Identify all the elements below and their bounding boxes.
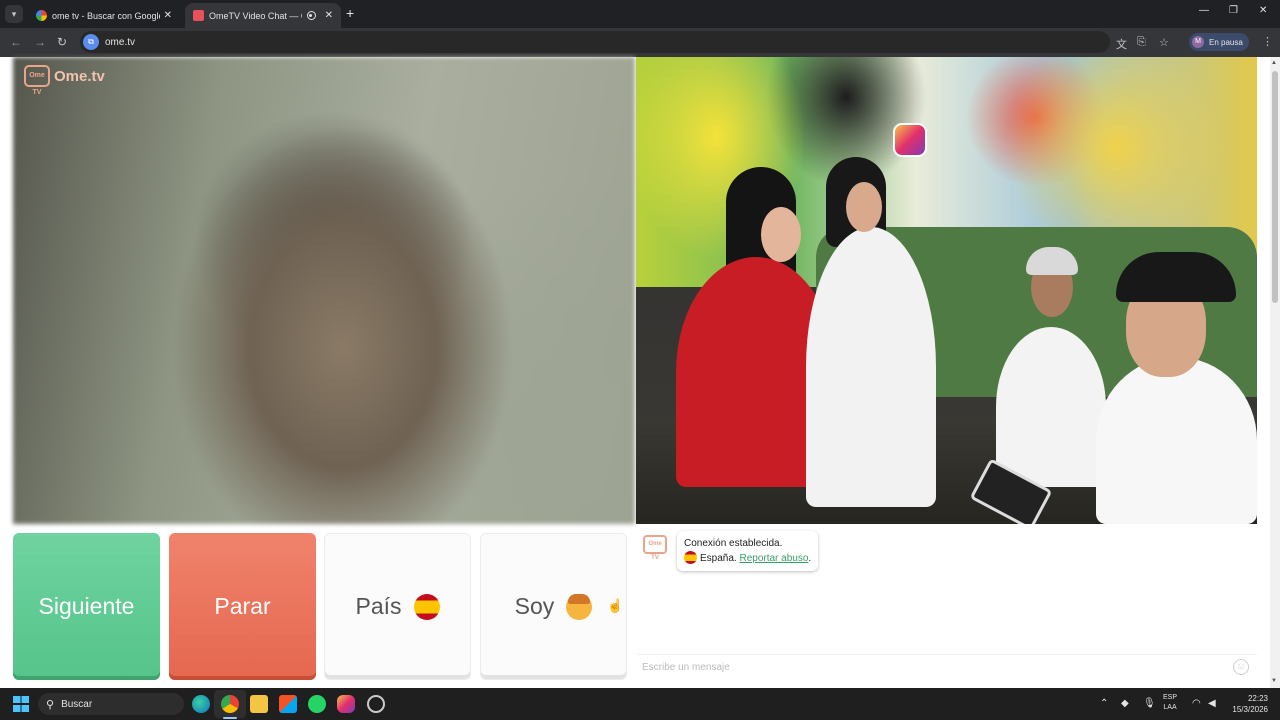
ometv-page: Ome TV Ome.tv Siguiente Parar País Soy ☝ — [0, 57, 1270, 688]
chrome-icon[interactable] — [221, 695, 239, 713]
restore-icon[interactable]: ❐ — [1229, 5, 1238, 16]
file-explorer-icon[interactable] — [250, 695, 268, 713]
lang-top: ESP — [1163, 694, 1178, 701]
recording-icon — [306, 11, 316, 20]
gender-button[interactable]: Soy — [480, 533, 627, 680]
close-window-icon[interactable]: ✕ — [1259, 5, 1267, 16]
clock[interactable]: 22:23 15/3/2026 — [1226, 693, 1268, 715]
country-button-label: País — [355, 593, 402, 619]
person-black-cap — [1116, 252, 1236, 302]
reload-icon[interactable]: ↻ — [57, 35, 67, 49]
report-suffix: . — [808, 553, 812, 564]
profile-button[interactable]: M En pausa — [1189, 33, 1249, 51]
scroll-down-icon[interactable]: ▼ — [1271, 678, 1277, 684]
close-tab-icon[interactable]: ✕ — [164, 10, 172, 21]
tab-title: ome tv - Buscar con Google — [52, 10, 160, 21]
microsoft-store-icon[interactable] — [279, 695, 297, 713]
person-white-tee — [996, 327, 1106, 487]
search-icon: ⚲ — [46, 698, 55, 711]
site-info-icon[interactable]: ⧉ — [83, 34, 99, 50]
windows-start-icon[interactable] — [13, 696, 29, 712]
date: 15/3/2026 — [1232, 705, 1268, 714]
minimize-icon[interactable]: — — [1199, 5, 1209, 16]
chrome-running-indicator — [223, 717, 237, 719]
boy-emoji-icon — [566, 593, 593, 620]
browser-tab-strip: ▾ ome tv - Buscar con Google ✕ OmeTV Vid… — [0, 0, 1280, 28]
time: 22:23 — [1247, 694, 1268, 703]
person-white-shirt — [806, 227, 936, 507]
wifi-icon[interactable]: ◠ — [1192, 698, 1201, 709]
gender-button-label: Soy — [514, 593, 555, 619]
hand-cursor-icon: ☝ — [607, 598, 624, 613]
ometv-chat-icon: Ome TV — [643, 535, 667, 561]
bookmark-star-icon[interactable]: ☆ — [1159, 36, 1169, 49]
scroll-thumb[interactable] — [1272, 71, 1278, 303]
whatsapp-icon[interactable] — [308, 695, 326, 713]
input-language[interactable]: ESP LAA — [1163, 693, 1177, 713]
chat-panel: Ome TV Conexión establecida. España. Rep… — [636, 524, 1257, 688]
taskbar-search-label: Buscar — [61, 698, 93, 710]
address-bar[interactable]: ⧉ ome.tv — [80, 31, 1110, 53]
local-video-feed — [13, 57, 635, 524]
tab-title: OmeTV Video Chat — Ome — [209, 10, 302, 21]
profile-status: En pausa — [1209, 37, 1243, 47]
edge-icon[interactable] — [192, 695, 210, 713]
chat-input-row: ☺ — [636, 654, 1257, 678]
browser-toolbar: ← → ↻ ⧉ ome.tv 文 ⎘ ☆ — [0, 28, 1280, 57]
country-button[interactable]: País — [324, 533, 471, 680]
partner-country-line: España. Reportar abuso. — [684, 551, 811, 566]
system-message: Conexión establecida. España. Reportar a… — [677, 531, 819, 571]
person-white-tee — [1096, 357, 1257, 524]
google-icon — [36, 10, 47, 21]
ometv-icon — [193, 10, 204, 21]
instagram-icon[interactable] — [337, 695, 355, 713]
new-tab-icon[interactable]: + — [346, 5, 354, 21]
remote-video-feed — [636, 57, 1257, 524]
avatar: M — [1192, 36, 1204, 48]
next-button-label: Siguiente — [38, 593, 135, 619]
partner-country: España. — [700, 553, 737, 564]
tray-overflow-icon[interactable]: ⌃ — [1100, 698, 1108, 709]
spain-flag-icon — [684, 551, 697, 564]
volume-icon[interactable]: ◀ — [1208, 698, 1216, 709]
translate-icon[interactable]: 文 — [1116, 36, 1127, 52]
tab-ometv[interactable]: OmeTV Video Chat — Ome ✕ — [185, 3, 341, 28]
instagram-graffiti-icon — [893, 123, 927, 157]
forward-icon[interactable]: → — [34, 35, 46, 49]
logo-text: Ome.tv — [54, 67, 105, 85]
message-input[interactable] — [642, 659, 1222, 675]
ometv-logo[interactable]: Ome TV Ome.tv — [24, 65, 105, 96]
emoji-picker-icon[interactable]: ☺ — [1233, 659, 1249, 675]
person-face — [761, 207, 801, 262]
stop-button-label: Parar — [214, 593, 271, 619]
back-icon[interactable]: ← — [10, 35, 22, 49]
app-icon[interactable] — [367, 695, 385, 713]
lang-bottom: LAA — [1163, 704, 1177, 711]
spain-flag-icon — [413, 593, 440, 620]
browser-menu-icon[interactable]: ⋮ — [1262, 35, 1273, 48]
stop-button[interactable]: Parar — [169, 533, 316, 680]
scroll-up-icon[interactable]: ▲ — [1271, 60, 1277, 66]
microphone-icon[interactable]: 🎙 — [1143, 698, 1156, 709]
taskbar-search[interactable]: ⚲ Buscar — [38, 693, 184, 715]
page-scrollbar[interactable]: ▲ ▼ — [1270, 57, 1280, 688]
tab-google-search[interactable]: ome tv - Buscar con Google ✕ — [28, 3, 180, 28]
tv-logo-icon: Ome TV — [24, 65, 50, 96]
windows-taskbar: ⚲ Buscar ⌃ ◆ 🎙 ESP LAA ◠ ◀ 22:23 15/3/20… — [0, 688, 1280, 720]
url-text: ome.tv — [105, 36, 136, 48]
report-abuse-link[interactable]: Reportar abuso — [739, 553, 808, 564]
next-button[interactable]: Siguiente — [13, 533, 160, 680]
cast-icon[interactable]: ⎘ — [1137, 36, 1146, 49]
tab-search-icon[interactable]: ▾ — [5, 5, 23, 23]
person-face — [846, 182, 882, 232]
close-tab-icon[interactable]: ✕ — [325, 10, 333, 21]
connection-status: Conexión establecida. — [684, 538, 783, 549]
defender-icon[interactable]: ◆ — [1121, 698, 1129, 709]
